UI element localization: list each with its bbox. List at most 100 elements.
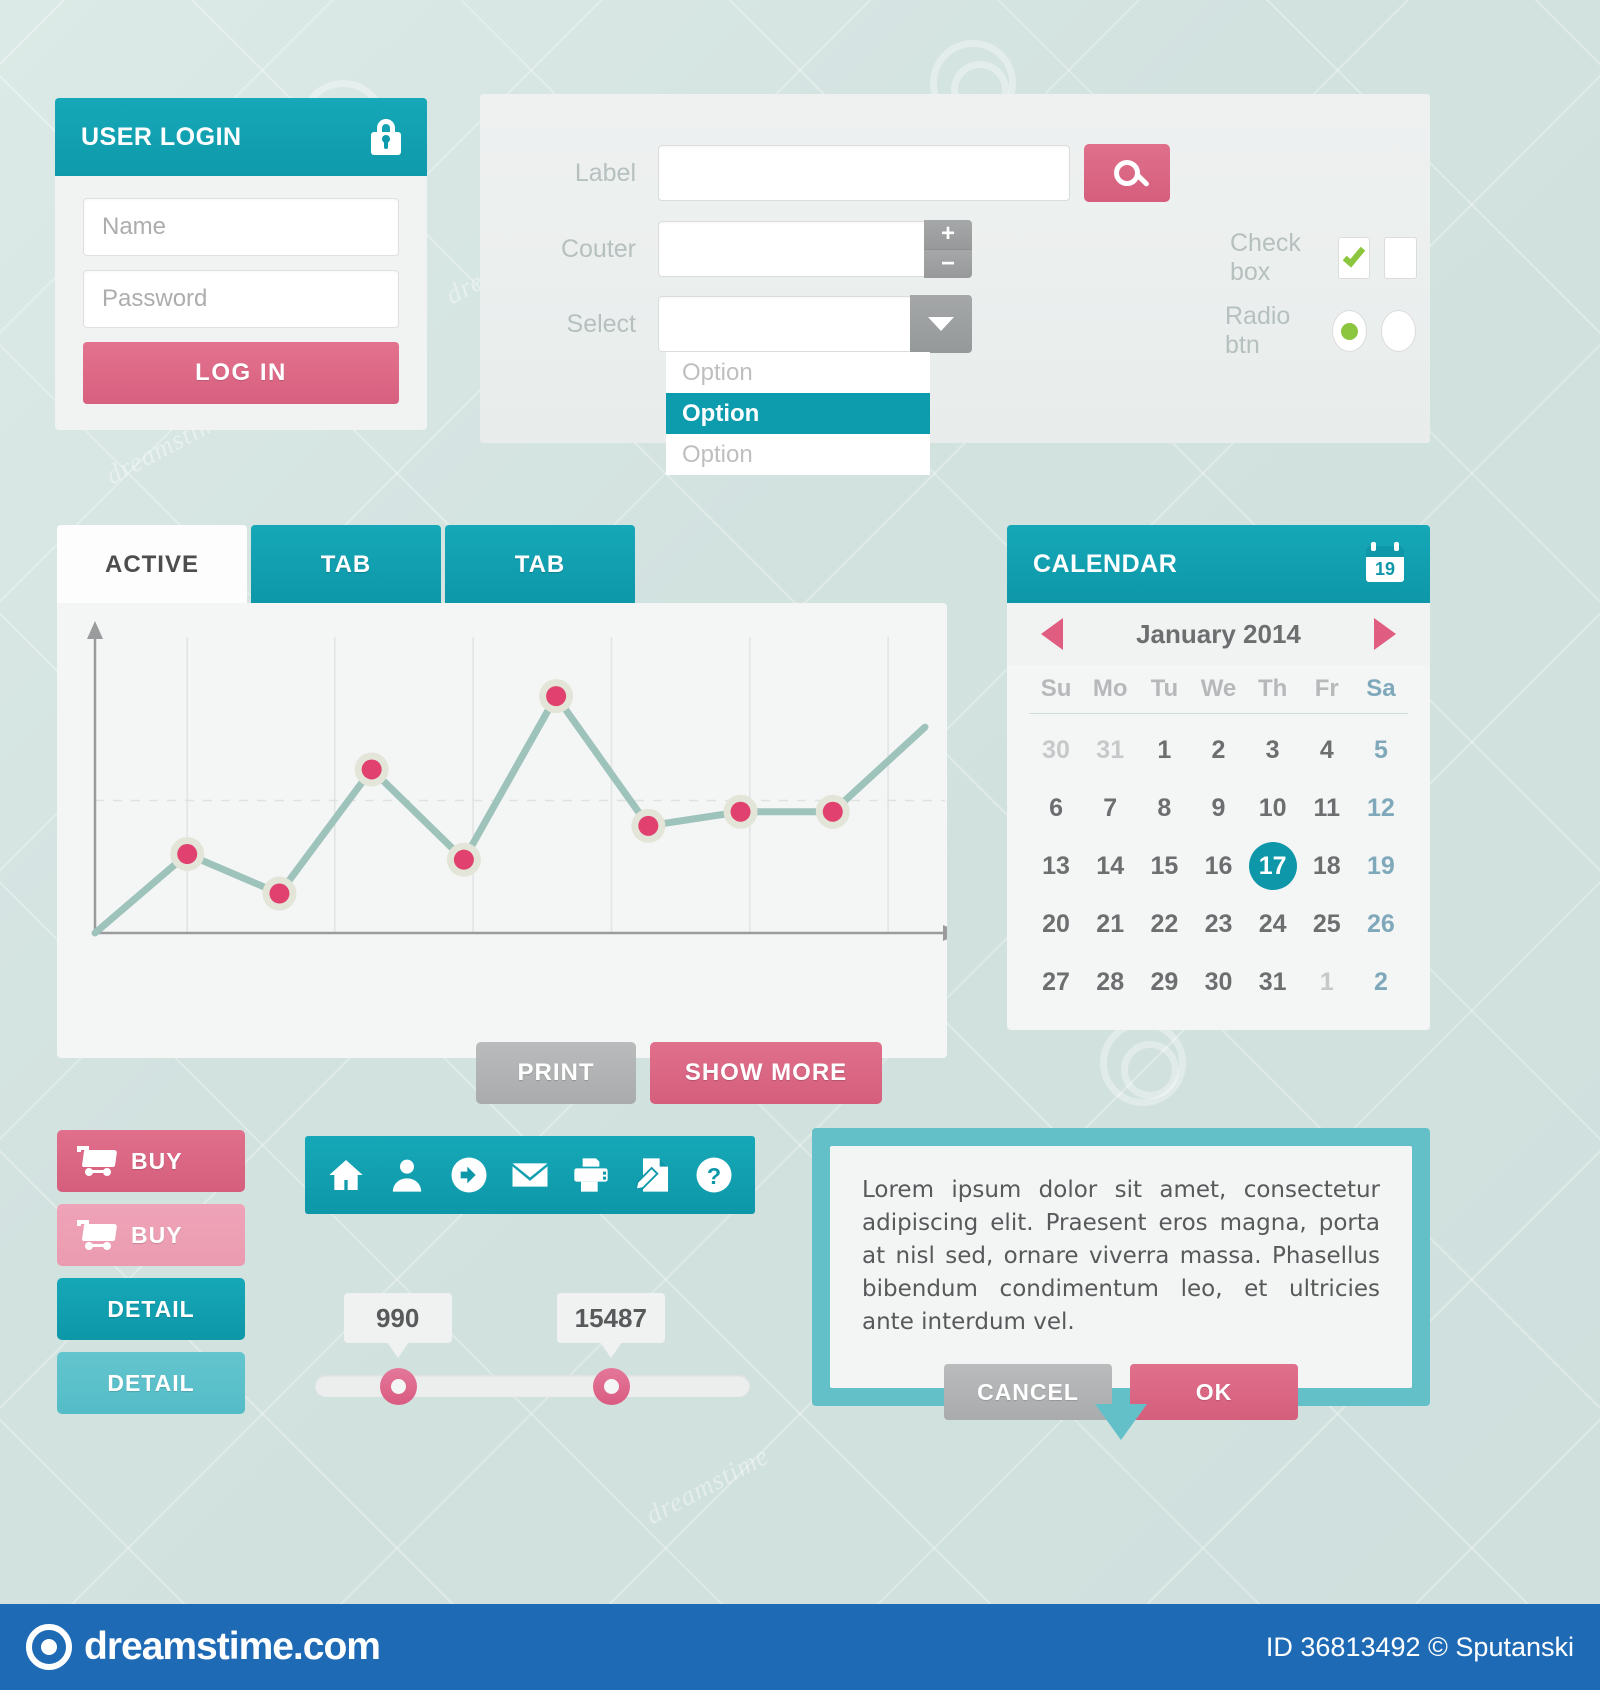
- calendar-day-cell[interactable]: 26: [1354, 902, 1408, 946]
- select-option-2[interactable]: Option: [666, 434, 930, 475]
- select-field-label: Select: [566, 309, 636, 338]
- calendar-day-cell[interactable]: 7: [1083, 786, 1137, 830]
- radio-checked[interactable]: [1331, 310, 1367, 352]
- arrow-right-circle-icon[interactable]: [448, 1154, 490, 1196]
- calendar-day-cell[interactable]: 28: [1083, 960, 1137, 1004]
- ok-button[interactable]: OK: [1130, 1364, 1298, 1421]
- calendar-day-cell[interactable]: 1: [1137, 728, 1191, 772]
- calendar-day-cell[interactable]: 17: [1246, 842, 1300, 890]
- calendar-day-cell[interactable]: 1: [1300, 960, 1354, 1004]
- label-field-label: Label: [574, 158, 636, 187]
- calendar-day-cell[interactable]: 27: [1029, 960, 1083, 1004]
- calendar-day-cell[interactable]: 15: [1137, 844, 1191, 888]
- show-more-button[interactable]: SHOW MORE: [650, 1042, 882, 1104]
- buy-button-primary[interactable]: BUY: [57, 1130, 245, 1192]
- cancel-button[interactable]: CANCEL: [944, 1364, 1112, 1421]
- name-input[interactable]: Name: [83, 198, 399, 256]
- form-panel: Label Couter + − Select Check box Radio …: [480, 94, 1430, 443]
- checkbox-row: Check box: [1230, 229, 1431, 287]
- counter-field-row: Couter + −: [480, 220, 972, 278]
- tooltip-tail: [1095, 1404, 1147, 1440]
- calendar-day-cell[interactable]: 3: [1246, 728, 1300, 772]
- calendar-day-cell[interactable]: 31: [1246, 960, 1300, 1004]
- user-icon[interactable]: [386, 1154, 428, 1196]
- prev-month-button[interactable]: [1041, 618, 1063, 650]
- help-circle-icon[interactable]: ?: [693, 1154, 735, 1196]
- next-month-button[interactable]: [1373, 618, 1396, 650]
- calendar-dow-mo: Mo: [1092, 675, 1128, 702]
- calendar-day-cell[interactable]: 25: [1300, 902, 1354, 946]
- counter-stepper[interactable]: + −: [924, 220, 972, 278]
- select-option-1[interactable]: Option: [666, 393, 930, 434]
- calendar-day-cell[interactable]: 14: [1083, 844, 1137, 888]
- slider-handle-2[interactable]: [592, 1368, 630, 1405]
- checkbox-checked[interactable]: [1337, 237, 1371, 279]
- chart-card: [57, 603, 947, 1058]
- select-toggle-button[interactable]: [910, 295, 972, 353]
- calendar-day-cell[interactable]: 13: [1029, 844, 1083, 888]
- calendar-day-cell[interactable]: 10: [1246, 786, 1300, 830]
- calendar-dow-tu: Tu: [1150, 675, 1179, 702]
- calendar-day-cell[interactable]: 30: [1029, 728, 1083, 772]
- home-icon[interactable]: [325, 1154, 367, 1196]
- calendar-day-cell[interactable]: 20: [1029, 902, 1083, 946]
- tab-active[interactable]: ACTIVE: [57, 525, 247, 605]
- tab-2[interactable]: TAB: [445, 525, 635, 605]
- calendar-day-cell[interactable]: 23: [1191, 902, 1245, 946]
- calendar-day-cell[interactable]: 2: [1191, 728, 1245, 772]
- calendar-icon: 19: [1366, 542, 1404, 582]
- search-icon: [1114, 160, 1140, 186]
- calendar-day-cell[interactable]: 19: [1354, 844, 1408, 888]
- calendar-day-cell[interactable]: 24: [1246, 902, 1300, 946]
- slider-track[interactable]: [315, 1368, 750, 1405]
- detail-button-secondary[interactable]: DETAIL: [57, 1352, 245, 1414]
- password-input[interactable]: Password: [83, 270, 399, 328]
- user-login-card: USER LOGIN Name Password LOG IN: [55, 98, 427, 430]
- calendar-day-cell[interactable]: 12: [1354, 786, 1408, 830]
- login-header: USER LOGIN: [55, 98, 427, 176]
- calendar-day-cell[interactable]: 22: [1137, 902, 1191, 946]
- calendar-header: CALENDAR 19: [1007, 525, 1430, 603]
- counter-plus-button[interactable]: +: [924, 220, 972, 250]
- select-input[interactable]: [658, 296, 912, 352]
- slider-value-bubble-2: 15487: [556, 1293, 665, 1358]
- tab-1[interactable]: TAB: [251, 525, 441, 605]
- counter-minus-button[interactable]: −: [924, 249, 972, 278]
- login-title: USER LOGIN: [81, 122, 242, 151]
- calendar-day-cell[interactable]: 16: [1191, 844, 1245, 888]
- calendar-day-cell[interactable]: 2: [1354, 960, 1408, 1004]
- svg-text:?: ?: [707, 1163, 721, 1189]
- select-option-0[interactable]: Option: [666, 352, 930, 393]
- counter-input[interactable]: [658, 221, 926, 277]
- tooltip-body: Lorem ipsum dolor sit amet, consectetur …: [830, 1146, 1412, 1421]
- search-button[interactable]: [1084, 144, 1170, 202]
- document-edit-icon[interactable]: [632, 1154, 674, 1196]
- calendar-card: CALENDAR 19 January 2014 Su Mo Tu We Th Fr Sa …: [1007, 525, 1430, 1030]
- calendar-day-cell[interactable]: 31: [1083, 728, 1137, 772]
- envelope-icon[interactable]: [509, 1154, 551, 1196]
- buy-button-secondary[interactable]: BUY: [57, 1204, 245, 1266]
- checkbox-unchecked[interactable]: [1384, 237, 1417, 279]
- calendar-day-cell[interactable]: 4: [1300, 728, 1354, 772]
- calendar-day-cell[interactable]: 6: [1029, 786, 1083, 830]
- calendar-day-cell[interactable]: 8: [1137, 786, 1191, 830]
- calendar-day-cell[interactable]: 30: [1191, 960, 1245, 1004]
- calendar-day-cell[interactable]: 5: [1354, 728, 1408, 772]
- log-in-button[interactable]: LOG IN: [83, 342, 399, 404]
- label-input[interactable]: [658, 145, 1070, 201]
- calendar-day-cell[interactable]: 9: [1191, 786, 1245, 830]
- calendar-day-cell[interactable]: 29: [1137, 960, 1191, 1004]
- cart-icon: [77, 1146, 121, 1176]
- detail-button-primary[interactable]: DETAIL: [57, 1278, 245, 1340]
- calendar-week-row: 20 21 22 23 24 25 26: [1029, 902, 1408, 946]
- print-button[interactable]: PRINT: [476, 1042, 636, 1104]
- counter-field-label: Couter: [560, 234, 636, 263]
- calendar-day-cell[interactable]: 21: [1083, 902, 1137, 946]
- footer-brand-label: dreamstime.com: [84, 1625, 381, 1668]
- calendar-day-cell[interactable]: 18: [1300, 844, 1354, 888]
- radio-unchecked[interactable]: [1380, 310, 1417, 352]
- calendar-day-cell[interactable]: 11: [1300, 786, 1354, 830]
- printer-icon[interactable]: [570, 1154, 612, 1196]
- slider-handle-1[interactable]: [379, 1368, 417, 1405]
- calendar-week-row: 13 14 15 16 17 18 19: [1029, 842, 1408, 890]
